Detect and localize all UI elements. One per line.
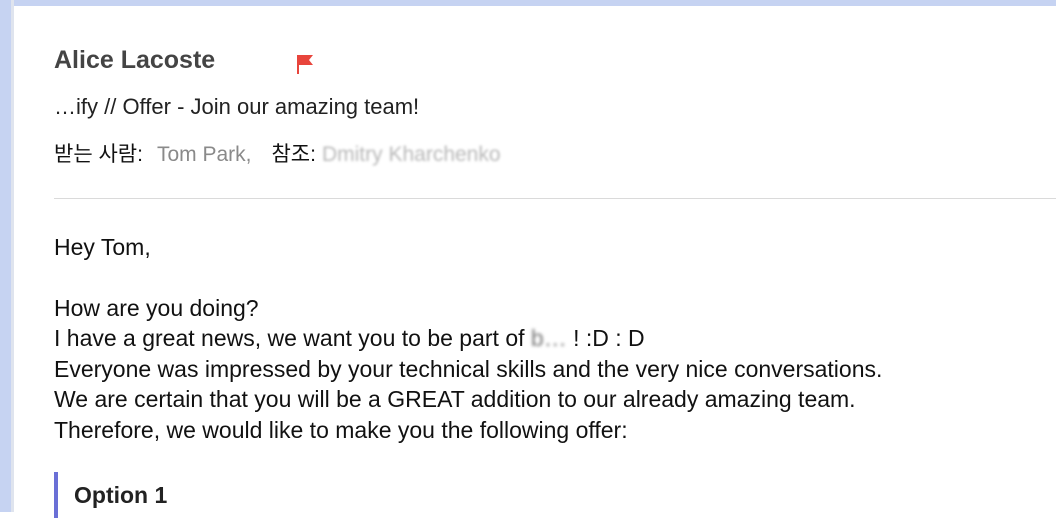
body-line-2-suffix: ! :D : D <box>573 325 645 351</box>
email-body: Hey Tom, How are you doing? I have a gre… <box>54 232 1036 445</box>
option-title: Option 1 <box>74 481 168 508</box>
option-quote-block: Option 1 <box>54 472 167 518</box>
flag-icon[interactable] <box>294 53 316 75</box>
cc-recipient[interactable]: Dmitry Kharchenko <box>322 143 501 167</box>
cc-label: 참조: <box>271 143 316 166</box>
body-line-4: We are certain that you will be a GREAT … <box>54 386 856 412</box>
to-recipient[interactable]: Tom Park, <box>157 143 252 167</box>
body-line-2: I have a great news, we want you to be p… <box>54 323 1036 354</box>
email-reading-pane: Alice Lacoste …ify // Offer - Join our a… <box>14 6 1056 518</box>
greeting: Hey Tom, <box>54 234 151 260</box>
email-header: Alice Lacoste …ify // Offer - Join our a… <box>54 6 1056 198</box>
recipients-row: 받는 사람: Tom Park, 참조: Dmitry Kharchenko <box>54 138 501 168</box>
body-line-1: How are you doing? <box>54 294 259 321</box>
sender-name[interactable]: Alice Lacoste <box>54 46 215 75</box>
company-name-redacted: b… <box>530 325 567 351</box>
email-subject: …ify // Offer - Join our amazing team! <box>54 94 420 119</box>
body-line-2-prefix: I have a great news, we want you to be p… <box>54 325 525 351</box>
sender-name-text: Alice Lacoste <box>54 46 216 74</box>
to-label: 받는 사람: <box>54 143 143 166</box>
window-left-border <box>0 0 14 512</box>
body-line-3: Everyone was impressed by your technical… <box>54 355 883 382</box>
header-divider <box>54 198 1056 199</box>
body-line-5: Therefore, we would like to make you the… <box>54 416 628 443</box>
